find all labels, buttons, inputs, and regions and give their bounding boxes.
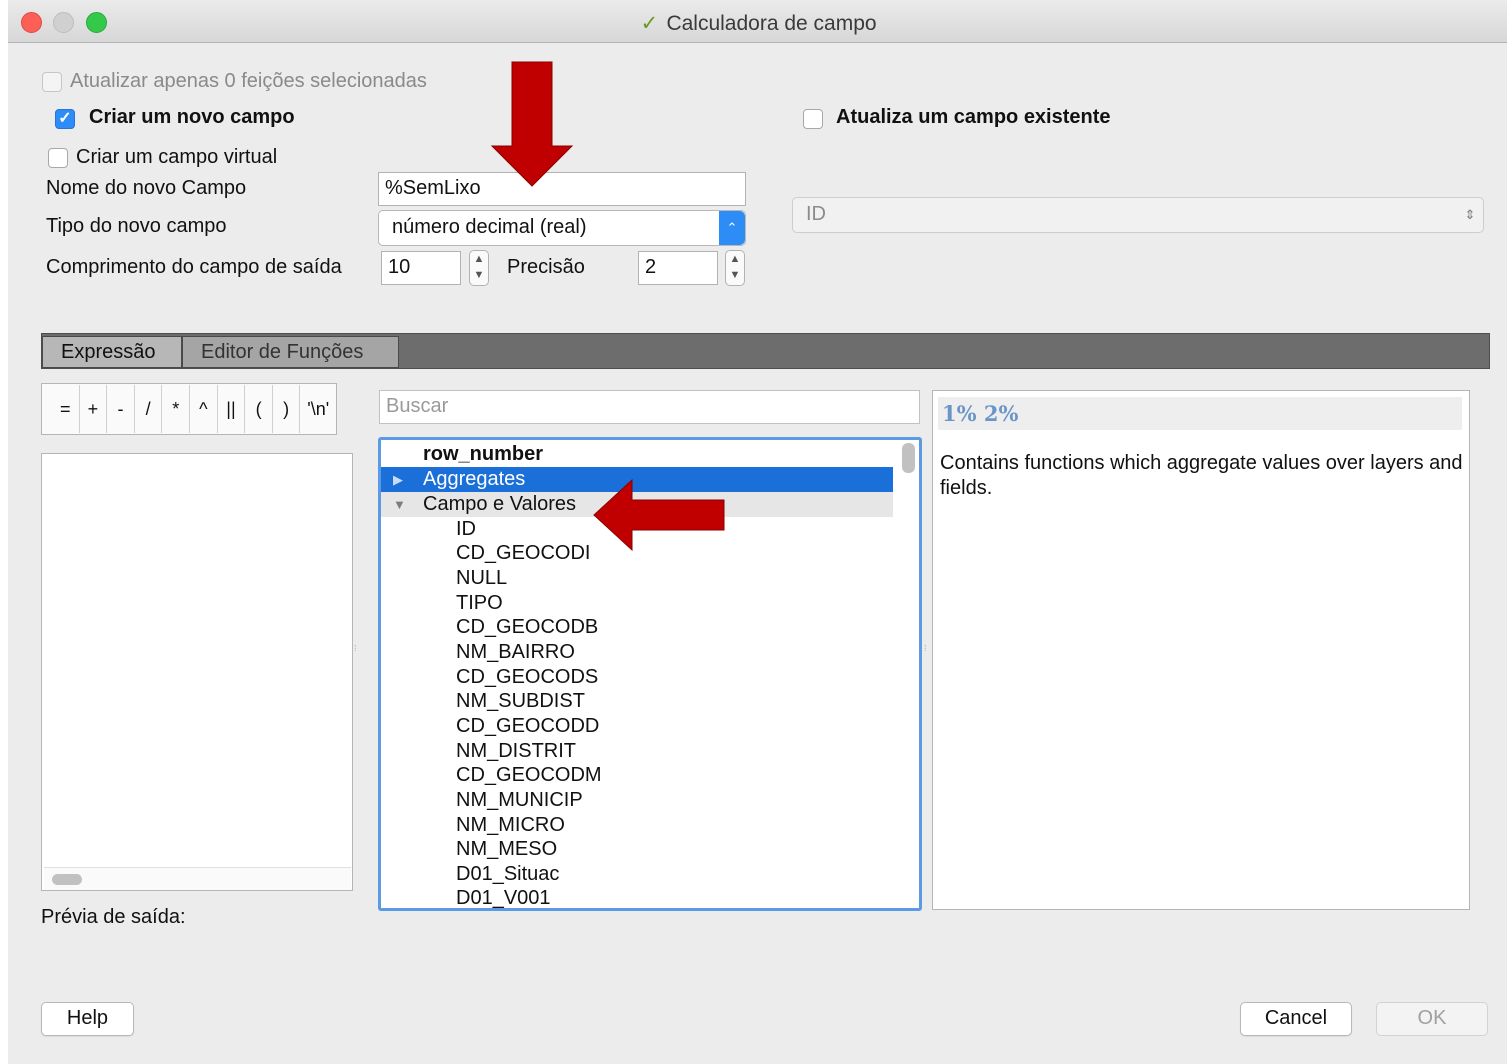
function-search-input[interactable]: Buscar: [379, 390, 920, 424]
tree-item-label: Campo e Valores: [423, 493, 577, 515]
operator-power-button[interactable]: ^: [190, 385, 218, 433]
operator-concat-button[interactable]: ||: [218, 385, 246, 433]
stepper-up-icon[interactable]: ▲: [474, 253, 485, 265]
tree-item-label: CD_GEOCODB: [456, 616, 599, 638]
expression-tab-bar: Expressão Editor de Funções: [41, 333, 1490, 369]
operator-divide-button[interactable]: /: [135, 385, 163, 433]
tree-item-label: NM_DISTRIT: [456, 740, 576, 762]
update-existing-field-label: Atualiza um campo existente: [836, 106, 1111, 128]
stepper-down-icon[interactable]: ▼: [474, 269, 485, 281]
operator-plus-button[interactable]: +: [80, 385, 108, 433]
window-title-text: Calculadora de campo: [666, 12, 877, 35]
qgis-icon: ✓: [640, 12, 659, 35]
precision-label: Precisão: [507, 256, 585, 278]
new-field-type-value: número decimal (real): [392, 216, 587, 238]
tree-item-label: ID: [456, 518, 476, 540]
tree-field-item[interactable]: D01_V001: [381, 886, 893, 909]
title-bar: ✓ Calculadora de campo: [8, 0, 1507, 43]
precision-input[interactable]: 2: [638, 251, 718, 285]
tree-item-label: row_number: [423, 443, 544, 465]
create-virtual-field-checkbox[interactable]: [48, 148, 68, 168]
tree-field-item[interactable]: NULL: [381, 566, 893, 591]
operator-equals-button[interactable]: =: [52, 385, 80, 433]
field-calculator-window: ✓ Calculadora de campo Atualizar apenas 0…: [8, 0, 1507, 1064]
help-title: 1% 2%: [938, 397, 1462, 430]
operator-multiply-button[interactable]: *: [162, 385, 191, 433]
stepper-up-icon[interactable]: ▲: [730, 253, 741, 265]
expression-editor[interactable]: [41, 453, 353, 891]
help-button[interactable]: Help: [41, 1002, 134, 1036]
tree-field-item[interactable]: NM_DISTRIT: [381, 739, 893, 764]
operator-newline-button[interactable]: '\n': [300, 385, 335, 433]
tree-field-item[interactable]: NM_SUBDIST: [381, 689, 893, 714]
tree-field-item[interactable]: NM_MICRO: [381, 813, 893, 838]
tree-item-label: CD_GEOCODS: [456, 666, 599, 688]
tree-item-row-number[interactable]: row_number: [381, 442, 893, 467]
updown-chevron-icon: ⇕: [1464, 207, 1476, 222]
tree-item-label: Aggregates: [423, 468, 526, 490]
expand-triangle-icon[interactable]: ▶: [393, 467, 403, 492]
scrollbar-thumb[interactable]: [52, 874, 82, 885]
tree-item-label: NM_BAIRRO: [456, 641, 575, 663]
output-preview-label: Prévia de saída:: [41, 906, 186, 928]
function-help-panel: 1% 2% Contains functions which aggregate…: [932, 390, 1470, 910]
tree-field-item[interactable]: NM_MESO: [381, 837, 893, 862]
create-new-field-label: Criar um novo campo: [89, 106, 295, 128]
annotation-arrow-down-icon: [490, 61, 574, 187]
tree-field-item[interactable]: NM_MUNICIP: [381, 788, 893, 813]
new-field-type-select[interactable]: número decimal (real) ⌃: [378, 210, 746, 246]
tree-item-label: NM_MICRO: [456, 814, 565, 836]
existing-field-value: ID: [806, 203, 826, 225]
tree-field-item[interactable]: D01_Situac: [381, 862, 893, 887]
update-selected-checkbox[interactable]: [42, 72, 62, 92]
output-length-input[interactable]: 10: [381, 251, 461, 285]
ok-button[interactable]: OK: [1376, 1002, 1488, 1036]
tree-item-label: CD_GEOCODD: [456, 715, 600, 737]
operator-close-paren-button[interactable]: ): [273, 385, 301, 433]
create-new-field-checkbox[interactable]: ✓: [55, 109, 75, 129]
tree-item-label: NM_MUNICIP: [456, 789, 583, 811]
tree-item-label: CD_GEOCODI: [456, 542, 591, 564]
splitter-handle[interactable]: ⁞: [924, 643, 930, 655]
new-field-name-label: Nome do novo Campo: [46, 177, 247, 199]
tab-editor-de-funcoes[interactable]: Editor de Funções: [182, 336, 399, 368]
cancel-button[interactable]: Cancel: [1240, 1002, 1352, 1036]
collapse-triangle-icon[interactable]: ▼: [393, 492, 406, 517]
update-selected-label: Atualizar apenas 0 feições selecionadas: [70, 70, 427, 92]
output-length-label: Comprimento do campo de saída: [46, 256, 342, 278]
tree-field-item[interactable]: CD_GEOCODD: [381, 714, 893, 739]
tree-item-label: TIPO: [456, 592, 503, 614]
operator-minus-button[interactable]: -: [107, 385, 135, 433]
splitter-handle[interactable]: ⁞: [354, 643, 360, 655]
create-virtual-field-label: Criar um campo virtual: [76, 146, 278, 168]
tab-expressao[interactable]: Expressão: [42, 336, 182, 368]
tree-item-label: D01_Situac: [456, 863, 560, 885]
update-existing-field-checkbox[interactable]: [803, 109, 823, 129]
operator-open-paren-button[interactable]: (: [245, 385, 273, 433]
tree-field-item[interactable]: CD_GEOCODS: [381, 665, 893, 690]
checkmark-icon: ✓: [58, 110, 72, 127]
tree-item-label: NM_SUBDIST: [456, 690, 585, 712]
stepper-down-icon[interactable]: ▼: [730, 269, 741, 281]
tree-vertical-scrollbar-thumb[interactable]: [902, 443, 915, 473]
expression-horizontal-scrollbar[interactable]: [44, 867, 351, 890]
tree-field-item[interactable]: CD_GEOCODB: [381, 615, 893, 640]
tree-field-item[interactable]: CD_GEOCODM: [381, 763, 893, 788]
tree-field-item[interactable]: TIPO: [381, 591, 893, 616]
operator-toolbar: = + - / * ^ || ( ) '\n': [41, 383, 337, 435]
window-title: ✓ Calculadora de campo: [8, 11, 1507, 36]
tree-item-label: CD_GEOCODM: [456, 764, 602, 786]
tree-item-label: D01_V001: [456, 887, 551, 909]
output-length-stepper[interactable]: ▲ ▼: [469, 250, 489, 286]
help-description: Contains functions which aggregate value…: [940, 452, 1463, 499]
annotation-arrow-left-icon: [593, 478, 725, 552]
tree-item-label: NULL: [456, 567, 508, 589]
tree-field-item[interactable]: NM_BAIRRO: [381, 640, 893, 665]
existing-field-select[interactable]: ID ⇕: [792, 197, 1484, 233]
precision-stepper[interactable]: ▲ ▼: [725, 250, 745, 286]
updown-chevron-icon: ⌃: [719, 211, 745, 245]
tree-item-label: NM_MESO: [456, 838, 558, 860]
new-field-type-label: Tipo do novo campo: [46, 215, 227, 237]
